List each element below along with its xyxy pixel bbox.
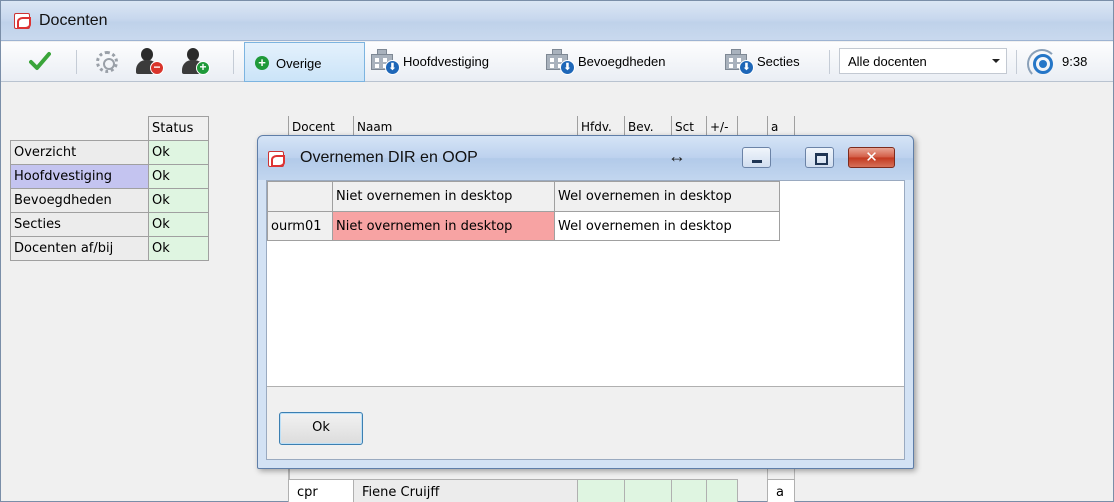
- column-header-naam[interactable]: Naam: [353, 116, 578, 136]
- sync-time: 9:38: [1062, 54, 1088, 69]
- resize-arrows-icon: ↔: [668, 146, 686, 166]
- toolbar-separator: [829, 50, 830, 74]
- secties-button[interactable]: ⬇ Secties: [725, 46, 800, 76]
- minimize-button[interactable]: [742, 147, 771, 168]
- chevron-down-icon[interactable]: [992, 59, 1000, 63]
- app-logo-icon: [14, 13, 31, 29]
- status-table: Status Overzicht Ok Hoofdvestiging Ok Be…: [10, 116, 209, 261]
- maximize-button[interactable]: [805, 147, 834, 168]
- window-title: Docenten: [39, 12, 108, 29]
- column-header-sct[interactable]: Sct: [671, 116, 707, 136]
- status-item-name[interactable]: Secties: [10, 212, 149, 237]
- toolbar-separator: [1016, 50, 1017, 74]
- toolbar: − + + Overige ⬇ Hoofdvestiging ⬇ Bevoegd…: [1, 42, 1113, 82]
- remove-user-icon[interactable]: −: [135, 48, 165, 76]
- hoofdvestiging-label: Hoofdvestiging: [403, 53, 489, 69]
- add-circle-icon: +: [255, 56, 269, 70]
- column-header-hfdv[interactable]: Hfdv.: [577, 116, 625, 136]
- app-logo-icon: [268, 151, 285, 167]
- status-item-value: Ok: [148, 164, 209, 189]
- status-row[interactable]: Docenten af/bij Ok: [10, 236, 209, 261]
- building-download-icon: ⬇: [546, 48, 576, 75]
- cell-naam[interactable]: Fiene Cruijff: [353, 479, 578, 502]
- dialog-grid: Niet overnemen in desktop Wel overnemen …: [267, 181, 904, 387]
- gear-icon[interactable]: [96, 51, 118, 73]
- toolbar-separator: [76, 50, 77, 74]
- dialog-body: Niet overnemen in desktop Wel overnemen …: [266, 180, 905, 460]
- ok-button[interactable]: Ok: [279, 412, 363, 445]
- niet-overnemen-cell[interactable]: Niet overnemen in desktop: [332, 211, 555, 241]
- status-item-value: Ok: [148, 188, 209, 213]
- status-item-name[interactable]: Bevoegdheden: [10, 188, 149, 213]
- column-header-bev[interactable]: Bev.: [624, 116, 672, 136]
- docent-filter-dropdown[interactable]: Alle docenten: [839, 48, 1007, 74]
- column-header-plusminus[interactable]: +/-: [706, 116, 738, 136]
- filter-selected-value: Alle docenten: [848, 54, 927, 69]
- dialog-title: Overnemen DIR en OOP: [300, 149, 478, 166]
- building-download-icon: ⬇: [725, 48, 755, 75]
- cell-plusminus[interactable]: [706, 479, 738, 502]
- cell-docent[interactable]: cpr: [288, 479, 354, 502]
- cell-hfdv[interactable]: [577, 479, 625, 502]
- bevoegdheden-button[interactable]: ⬇ Bevoegdheden: [546, 46, 665, 76]
- dialog-title-bar[interactable]: Overnemen DIR en OOP ↔ ✕: [258, 136, 913, 180]
- dialog-column-header: [267, 181, 333, 212]
- status-row[interactable]: Overzicht Ok: [10, 140, 209, 165]
- column-header-docent[interactable]: Docent: [288, 116, 354, 136]
- dialog-table: Niet overnemen in desktop Wel overnemen …: [267, 181, 780, 241]
- status-item-value: Ok: [148, 212, 209, 237]
- overnemen-dialog: Overnemen DIR en OOP ↔ ✕ Niet overnemen …: [257, 135, 914, 469]
- bevoegdheden-label: Bevoegdheden: [578, 53, 666, 69]
- table-row[interactable]: cpr Fiene Cruijff a: [288, 479, 798, 502]
- dialog-row-id: ourm01: [267, 211, 333, 241]
- status-item-value: Ok: [148, 236, 209, 261]
- cell-sct[interactable]: [671, 479, 707, 502]
- status-item-value: Ok: [148, 140, 209, 165]
- toolbar-separator: [233, 50, 234, 74]
- main-window: Docenten − + + Overige ⬇ Hoofdvestiging: [0, 0, 1114, 502]
- wel-overnemen-cell[interactable]: Wel overnemen in desktop: [554, 211, 780, 241]
- status-item-name[interactable]: Docenten af/bij: [10, 236, 149, 261]
- status-item-name[interactable]: Hoofdvestiging: [10, 164, 149, 189]
- hoofdvestiging-button[interactable]: ⬇ Hoofdvestiging: [371, 46, 489, 76]
- secties-label: Secties: [757, 53, 800, 69]
- dialog-column-header[interactable]: Niet overnemen in desktop: [332, 181, 555, 212]
- cell-a[interactable]: a: [767, 479, 795, 502]
- status-header-empty: [10, 116, 149, 141]
- add-user-icon[interactable]: +: [181, 48, 211, 76]
- sync-icon[interactable]: [1027, 49, 1061, 79]
- checkmark-icon[interactable]: [29, 51, 51, 71]
- status-column-header: Status: [148, 116, 209, 141]
- status-row[interactable]: Hoofdvestiging Ok: [10, 164, 209, 189]
- title-bar: Docenten: [1, 1, 1113, 41]
- overige-label: Overige: [276, 55, 322, 71]
- close-button[interactable]: ✕: [848, 147, 895, 168]
- status-row[interactable]: Bevoegdheden Ok: [10, 188, 209, 213]
- column-header-a[interactable]: a: [767, 116, 795, 136]
- status-item-name[interactable]: Overzicht: [10, 140, 149, 165]
- table-row[interactable]: ourm01 Niet overnemen in desktop Wel ove…: [267, 211, 780, 241]
- overige-button[interactable]: + Overige: [244, 42, 365, 82]
- dialog-column-header[interactable]: Wel overnemen in desktop: [554, 181, 780, 212]
- building-download-icon: ⬇: [371, 48, 401, 75]
- cell-bev[interactable]: [624, 479, 672, 502]
- status-row[interactable]: Secties Ok: [10, 212, 209, 237]
